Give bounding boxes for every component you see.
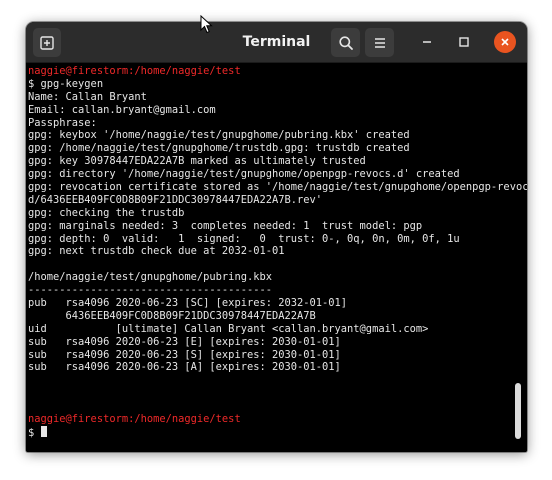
terminal-output-line: gpg: next trustdb check due at 2032-01-0… [28, 245, 285, 258]
menu-button[interactable] [365, 28, 394, 57]
terminal-output-line: gpg: revocation certificate stored as '/… [28, 181, 527, 194]
terminal-output-line: gpg: marginals needed: 3 completes neede… [28, 219, 423, 232]
terminal-output-line: pub rsa4096 2020-06-23 [SC] [expires: 20… [28, 297, 348, 310]
mouse-pointer-icon [200, 15, 213, 34]
new-tab-button[interactable] [33, 28, 61, 57]
terminal-output[interactable]: naggie@firestorm:/home/naggie/test $ gpg-… [26, 63, 527, 452]
terminal-output-line: sub rsa4096 2020-06-23 [S] [expires: 203… [28, 348, 341, 361]
terminal-output-line: sub rsa4096 2020-06-23 [A] [expires: 203… [28, 361, 341, 374]
maximize-icon [459, 37, 469, 47]
terminal-output-line: Name: Callan Bryant [28, 90, 147, 103]
terminal-output-line: gpg: checking the trustdb [28, 206, 185, 219]
terminal-output-line: 6436EEB409FC0D8B09F21DDC30978447EDA22A7B [28, 309, 316, 322]
minimize-icon [423, 41, 431, 43]
terminal-output-line: gpg: directory '/home/naggie/test/gnupgh… [28, 168, 460, 181]
text-cursor [40, 425, 47, 437]
maximize-button[interactable] [454, 32, 474, 52]
terminal-command-line: $ gpg-keygen [28, 77, 104, 90]
close-icon [501, 38, 509, 46]
terminal-output-line: gpg: key 30978447EDA22A7B marked as ulti… [28, 155, 366, 168]
terminal-output-line: --------------------------------------- [28, 284, 272, 297]
terminal-output-line: sub rsa4096 2020-06-23 [E] [expires: 203… [28, 335, 341, 348]
new-tab-icon [40, 35, 54, 50]
hamburger-menu-icon [374, 37, 385, 48]
terminal-output-line: d/6436EEB409FC0D8B09F21DDC30978447EDA22A… [28, 193, 323, 206]
terminal-output-line: gpg: /home/naggie/test/gnupghome/trustdb… [28, 142, 410, 155]
terminal-window: Terminal naggie@firestorm:/home/naggie/t… [26, 22, 527, 452]
window-title-container: Terminal [26, 22, 527, 63]
search-icon [338, 35, 353, 50]
close-button[interactable] [494, 31, 516, 53]
title-bar[interactable]: Terminal [26, 22, 527, 63]
terminal-prompt-line: naggie@firestorm:/home/naggie/test [28, 65, 241, 77]
terminal-output-line: /home/naggie/test/gnupghome/pubring.kbx [28, 271, 272, 284]
terminal-output-line: uid [ultimate] Callan Bryant <callan.bry… [28, 322, 429, 335]
minimize-button[interactable] [417, 32, 437, 52]
terminal-input-line: $ [28, 425, 527, 439]
terminal-prompt-line: naggie@firestorm:/home/naggie/test [28, 413, 241, 426]
search-button[interactable] [331, 28, 360, 57]
scrollbar-thumb[interactable] [515, 383, 521, 439]
terminal-output-line: Passphrase: [28, 116, 97, 129]
terminal-output-line: gpg: depth: 0 valid: 1 signed: 0 trust: … [28, 232, 460, 245]
scrollbar-track[interactable] [513, 63, 527, 452]
terminal-output-line: gpg: keybox '/home/naggie/test/gnupghome… [28, 129, 410, 142]
window-title: Terminal [242, 34, 311, 50]
terminal-output-line: Email: callan.bryant@gmail.com [28, 103, 216, 116]
